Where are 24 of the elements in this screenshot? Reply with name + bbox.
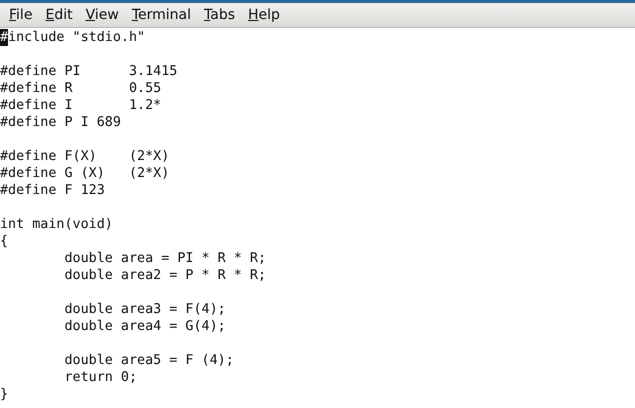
code-line: int main(void): [0, 216, 113, 233]
menu-item[interactable]: Terminal: [126, 7, 199, 23]
menu-item[interactable]: Tabs: [199, 7, 243, 23]
code-line: return 0;: [63, 369, 138, 386]
code-line: }: [0, 386, 8, 403]
code-line: #define I 1.2*: [0, 97, 162, 114]
code-line: double area3 = F(4);: [63, 301, 226, 318]
code-line: #define P I 689: [0, 114, 121, 131]
code-line: {: [0, 233, 8, 250]
code-line: #define F 123: [0, 182, 105, 199]
code-line: double area = PI * R * R;: [63, 250, 266, 267]
code-line: #define G (X) (2*X): [0, 165, 170, 182]
code-line: #define F(X) (2*X): [0, 148, 170, 165]
menu-item[interactable]: File: [4, 7, 40, 23]
code-line: include "stdio.h": [8, 29, 146, 46]
code-line: #define PI 3.1415: [0, 63, 178, 80]
code-line: double area5 = F (4);: [63, 352, 234, 369]
menu-item[interactable]: View: [80, 7, 127, 23]
code-line: double area4 = G(4);: [63, 318, 226, 335]
code-line: #define R 0.55: [0, 80, 162, 97]
code-line: double area2 = P * R * R;: [63, 267, 266, 284]
menu-item[interactable]: Help: [243, 7, 288, 23]
cursor: #: [0, 29, 8, 46]
menu-item[interactable]: Edit: [40, 7, 81, 23]
